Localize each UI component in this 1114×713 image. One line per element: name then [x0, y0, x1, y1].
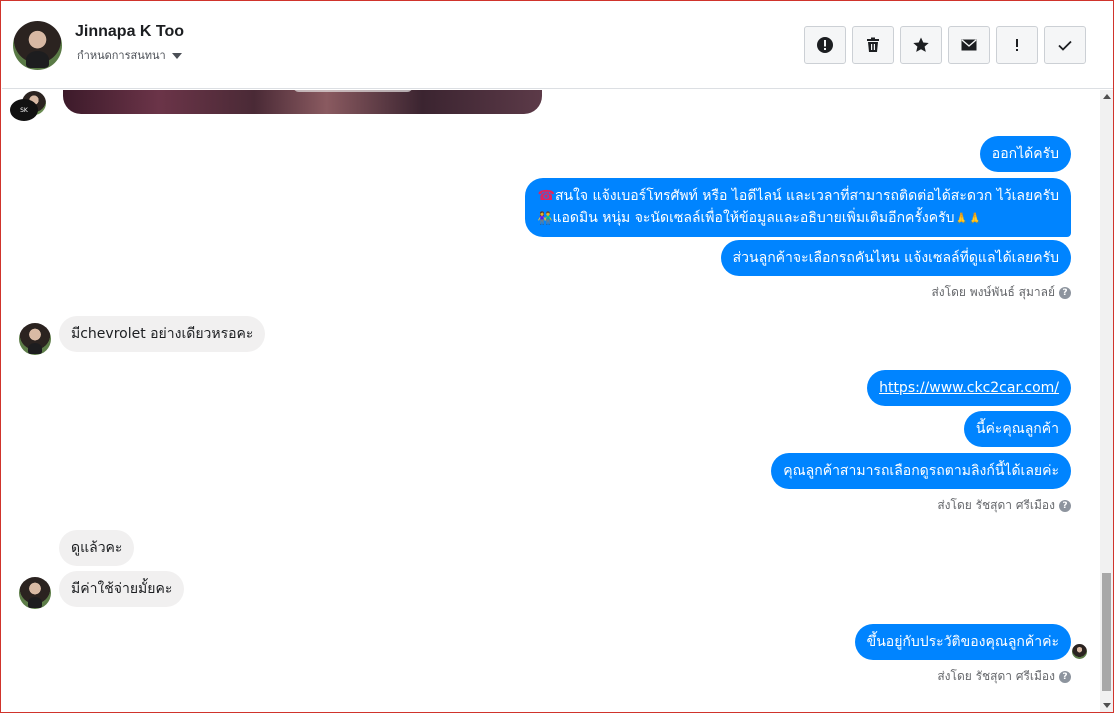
- mail-icon: [961, 39, 977, 51]
- message-text: มีค่าใช้จ่ายมั้ยคะ: [71, 581, 173, 597]
- message-outgoing[interactable]: https://www.ckc2car.com/: [867, 370, 1071, 406]
- message-incoming[interactable]: ดูแล้วคะ: [59, 530, 135, 566]
- message-thread: SK ออกได้ครับ ☎สนใจ แจ้งเบอร์โทรศัพท์ หร…: [2, 90, 1099, 712]
- message-text: มีchevrolet อย่างเดียวหรอคะ: [71, 326, 254, 342]
- sent-by-label: ส่งโดย พงษ์พันธ์ สุมาลย์ ?: [931, 283, 1071, 302]
- vertical-scrollbar[interactable]: [1100, 90, 1113, 712]
- conversation-window: Jinnapa K Too กำหนดการสนทนา SK ออกได้ครั…: [0, 0, 1114, 713]
- sent-by-label: ส่งโดย รัชสุดา ศรีเมือง ?: [937, 667, 1071, 686]
- message-outgoing[interactable]: ออกได้ครับ: [979, 136, 1071, 172]
- message-incoming[interactable]: มีค่าใช้จ่ายมั้ยคะ: [59, 571, 185, 607]
- message-outgoing[interactable]: ขึ้นอยู่กับประวัติของคุณลูกค้าค่ะ: [854, 624, 1071, 660]
- message-text: ออกได้ครับ: [991, 146, 1059, 162]
- page-logo-text: SK: [20, 106, 28, 114]
- message-text: นี้ค่ะคุณลูกค้า: [975, 421, 1059, 437]
- spam-button[interactable]: [996, 26, 1038, 64]
- people-emoji-icon: 👫: [537, 211, 553, 225]
- message-link[interactable]: https://www.ckc2car.com/: [879, 380, 1059, 396]
- scrollbar-thumb[interactable]: [1102, 573, 1111, 691]
- contact-name[interactable]: Jinnapa K Too: [75, 23, 184, 41]
- message-outgoing[interactable]: ☎สนใจ แจ้งเบอร์โทรศัพท์ หรือ ไอดีไลน์ แล…: [525, 178, 1071, 237]
- conversation-schedule-label: กำหนดการสนทนา: [77, 50, 166, 62]
- contact-avatar[interactable]: [13, 21, 62, 70]
- help-icon[interactable]: ?: [1059, 499, 1071, 512]
- delete-button[interactable]: [852, 26, 894, 64]
- exclamation-icon: [1016, 39, 1018, 51]
- contact-avatar-small[interactable]: [19, 323, 51, 355]
- scroll-down-arrow-icon[interactable]: [1103, 703, 1111, 708]
- mark-unread-button[interactable]: [948, 26, 990, 64]
- conversation-schedule-dropdown[interactable]: กำหนดการสนทนา: [77, 46, 182, 64]
- conversation-header: Jinnapa K Too กำหนดการสนทนา: [2, 2, 1113, 89]
- sent-by-text: ส่งโดย พงษ์พันธ์ สุมาลย์: [931, 285, 1055, 299]
- message-text: ขึ้นอยู่กับประวัติของคุณลูกค้าค่ะ: [866, 634, 1059, 650]
- telephone-emoji-icon: ☎: [537, 188, 555, 204]
- shared-image-attachment[interactable]: [63, 90, 542, 114]
- message-incoming[interactable]: มีchevrolet อย่างเดียวหรอคะ: [59, 316, 266, 352]
- message-text: ดูแล้วคะ: [71, 540, 123, 556]
- message-text: แอดมิน หนุ่ม จะนัดเซลล์เพื่อให้ข้อมูลและ…: [552, 210, 955, 226]
- star-button[interactable]: [900, 26, 942, 64]
- sent-by-label: ส่งโดย รัชสุดา ศรีเมือง ?: [937, 496, 1071, 515]
- contact-avatar-small[interactable]: [19, 577, 51, 609]
- trash-icon: [867, 37, 879, 52]
- sent-by-text: ส่งโดย รัชสุดา ศรีเมือง: [937, 669, 1055, 683]
- message-outgoing[interactable]: ส่วนลูกค้าจะเลือกรถคันไหน แจ้งเซลล์ที่ดู…: [720, 240, 1071, 276]
- message-outgoing[interactable]: นี้ค่ะคุณลูกค้า: [963, 411, 1071, 447]
- report-button[interactable]: [804, 26, 846, 64]
- check-icon: [1058, 40, 1072, 51]
- message-outgoing[interactable]: คุณลูกค้าสามารถเลือกดูรถตามลิงก์นี้ได้เล…: [771, 453, 1071, 489]
- help-icon[interactable]: ?: [1059, 670, 1071, 683]
- message-text: คุณลูกค้าสามารถเลือกดูรถตามลิงก์นี้ได้เล…: [783, 463, 1059, 479]
- message-text: สนใจ แจ้งเบอร์โทรศัพท์ หรือ ไอดีไลน์ และ…: [554, 188, 1059, 204]
- scroll-up-arrow-icon[interactable]: [1103, 94, 1111, 99]
- sent-by-text: ส่งโดย รัชสุดา ศรีเมือง: [937, 498, 1055, 512]
- page-logo: SK: [10, 99, 38, 121]
- done-button[interactable]: [1044, 26, 1086, 64]
- caret-down-icon: [171, 53, 182, 59]
- alert-circle-icon: [817, 37, 833, 53]
- message-text: ส่วนลูกค้าจะเลือกรถคันไหน แจ้งเซลล์ที่ดู…: [732, 250, 1059, 266]
- seen-receipt-avatar: [1072, 644, 1087, 659]
- praying-hands-emoji-icon: 🙏🙏: [954, 212, 982, 225]
- page-avatar-stack: SK: [10, 91, 50, 121]
- star-icon: [913, 37, 929, 52]
- help-icon[interactable]: ?: [1059, 286, 1071, 299]
- conversation-toolbar: [804, 26, 1086, 64]
